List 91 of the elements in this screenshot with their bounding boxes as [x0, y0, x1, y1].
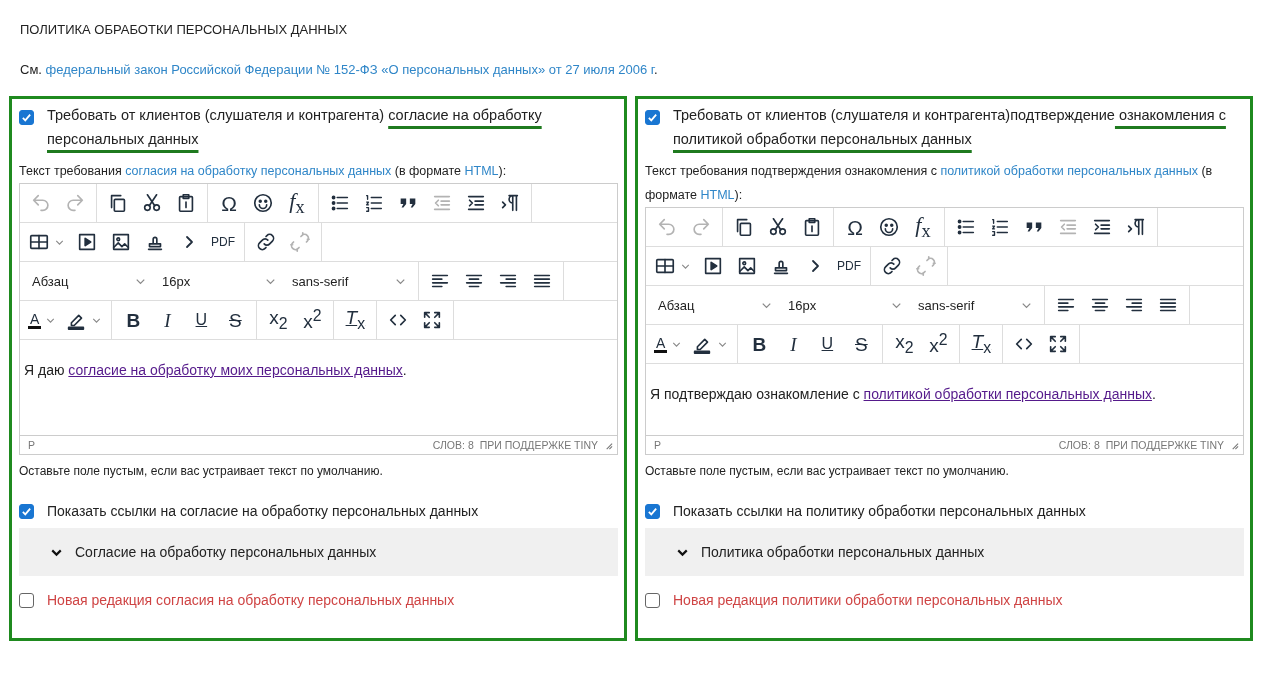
show-links-label: Показать ссылки на согласие на обработку персональных данных — [47, 503, 479, 519]
law-link[interactable]: федеральный закон Российской Федерации № 152-ФЗ «О персональных данных» от 27 июля 2006 г — [45, 62, 654, 77]
media-icon — [702, 255, 724, 277]
help-link[interactable]: HTML — [464, 164, 499, 178]
clear-format-button[interactable]: T$_{x}$ — [964, 329, 999, 359]
element-path[interactable]: P — [28, 439, 35, 451]
format-dropdown[interactable]: 16px — [154, 266, 284, 296]
new-revision-label: Новая редакция согласия на обработку персональных данных — [47, 592, 455, 608]
text-color-button[interactable]: A — [24, 305, 62, 335]
link-icon — [255, 231, 277, 253]
checkmark-icon — [646, 505, 659, 518]
resize-handle-icon[interactable] — [604, 440, 613, 450]
collapsible-section-header[interactable]: Политика обработки персональных данных — [645, 528, 1244, 576]
field-label: Текст требования согласия на обработку персональных данных (в формате HTML): — [19, 163, 508, 180]
strikethrough-button[interactable]: S — [218, 305, 253, 335]
emoji-icon — [252, 192, 274, 214]
media-icon — [76, 231, 98, 253]
pdf-button[interactable]: PDF — [206, 227, 240, 257]
undo-icon — [30, 192, 52, 214]
paragraph-direction-icon — [1125, 216, 1147, 238]
checkmark-icon — [20, 505, 33, 518]
branding-link[interactable]: ПРИ ПОДДЕРЖКЕ TINY — [1105, 439, 1224, 451]
hint-text: Оставьте поле пустым, если вас устраивает текст по умолчанию. — [19, 464, 384, 478]
show-links-label: Показать ссылки на политику обработки персональных данных — [673, 503, 1086, 519]
require-label: Требовать от клиентов (слушателя и контрагента)подтверждение ознакомления с политикой обработки персональных данных — [673, 106, 1227, 149]
format-dropdown[interactable]: Абзац — [24, 266, 154, 296]
image-icon — [736, 255, 758, 277]
hint-text: Оставьте поле пустым, если вас устраивает текст по умолчанию. — [645, 464, 1010, 478]
cut-icon — [141, 192, 163, 214]
help-link[interactable]: политикой обработки персональных данных — [940, 164, 1198, 178]
collapsible-section-header[interactable]: Согласие на обработку персональных данных — [19, 528, 618, 576]
redo-icon — [64, 192, 86, 214]
undo-icon — [656, 216, 678, 238]
formula-button[interactable]: f$_{x}$ — [280, 188, 314, 218]
italic-button[interactable]: I — [150, 305, 185, 335]
image-icon — [110, 231, 132, 253]
content-link[interactable]: политикой обработки персональных данных — [863, 386, 1152, 402]
subscript-button[interactable]: x$_{2}$ — [887, 329, 922, 359]
special-character-button[interactable]: Ω — [838, 212, 872, 242]
require-label: Требовать от клиентов (слушателя и контрагента) согласие на обработку персональных данных — [47, 106, 543, 149]
numbered-list-icon — [363, 192, 385, 214]
more-icon — [184, 235, 194, 249]
element-path[interactable]: P — [654, 439, 661, 451]
page-title: ПОЛИТИКА ОБРАБОТКИ ПЕРСОНАЛЬНЫХ ДАННЫХ — [20, 22, 349, 37]
superscript-button[interactable]: x$^{2}$ — [295, 305, 330, 335]
require-checkbox[interactable] — [645, 110, 660, 125]
subscript-button[interactable]: x$_{2}$ — [261, 305, 296, 335]
content-link[interactable]: согласие на обработку моих персональных данных — [68, 362, 403, 378]
checkmark-icon — [20, 111, 33, 124]
superscript-button[interactable]: x$^{2}$ — [921, 329, 956, 359]
text-color-button[interactable]: A — [650, 329, 688, 359]
clear-format-button[interactable]: T$_{x}$ — [338, 305, 373, 335]
editor-content[interactable]: Я подтверждаю ознакомление с политикой обработки персональных данных. — [646, 364, 1243, 436]
require-checkbox[interactable] — [19, 110, 34, 125]
bold-button[interactable]: B — [116, 305, 151, 335]
paragraph-direction-icon — [499, 192, 521, 214]
new-revision-checkbox[interactable] — [19, 593, 34, 608]
format-dropdown[interactable]: sans-serif — [284, 266, 414, 296]
resize-handle-icon[interactable] — [1230, 440, 1239, 450]
field-label: Текст требования подтверждения ознакомления с политикой обработки персональных данных (в формате HTML): — [645, 163, 1214, 204]
numbered-list-icon — [989, 216, 1011, 238]
word-count[interactable]: СЛОВ: 8 — [1058, 439, 1100, 451]
italic-button[interactable]: I — [776, 329, 811, 359]
new-revision-checkbox[interactable] — [645, 593, 660, 608]
word-count[interactable]: СЛОВ: 8 — [432, 439, 474, 451]
format-dropdown[interactable]: Абзац — [650, 290, 780, 320]
redo-icon — [690, 216, 712, 238]
format-dropdown[interactable]: 16px — [780, 290, 910, 320]
help-link[interactable]: согласия на обработку персональных данных — [125, 164, 392, 178]
editor-content[interactable]: Я даю согласие на обработку моих персональных данных. — [20, 340, 617, 436]
special-character-button[interactable]: Ω — [212, 188, 246, 218]
format-dropdown[interactable]: sans-serif — [910, 290, 1040, 320]
underline-button[interactable]: U — [184, 305, 219, 335]
bold-button[interactable]: B — [742, 329, 777, 359]
help-link[interactable]: HTML — [700, 188, 735, 202]
show-links-checkbox[interactable] — [645, 504, 660, 519]
strikethrough-button[interactable]: S — [844, 329, 879, 359]
editor-text: Я подтверждаю ознакомление с политикой обработки персональных данных. — [650, 386, 1157, 402]
intro-text: См. федеральный закон Российской Федерации № 152-ФЗ «О персональных данных» от 27 июля 2006 г. — [20, 62, 659, 77]
editor-text: Я даю согласие на обработку моих персональных данных. — [24, 362, 408, 378]
more-icon — [810, 259, 820, 273]
checkmark-icon — [646, 111, 659, 124]
pdf-button[interactable]: PDF — [832, 251, 866, 281]
emoji-icon — [878, 216, 900, 238]
branding-link[interactable]: ПРИ ПОДДЕРЖКЕ TINY — [479, 439, 598, 451]
underline-button[interactable]: U — [810, 329, 845, 359]
link-icon — [881, 255, 903, 277]
cut-icon — [767, 216, 789, 238]
show-links-checkbox[interactable] — [19, 504, 34, 519]
new-revision-label: Новая редакция политики обработки персональных данных — [673, 592, 1063, 608]
formula-button[interactable]: f$_{x}$ — [906, 212, 940, 242]
